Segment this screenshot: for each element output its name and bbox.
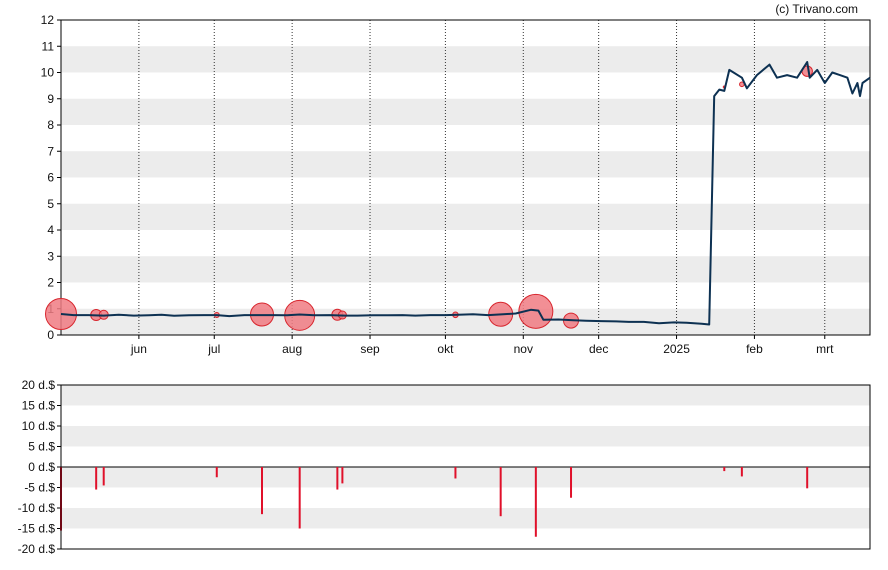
volume-panel: 20 d.$ 15 d.$ 10 d.$ 5 d.$ 0 d.$ -5 d.$ -10 d.… <box>18 378 871 556</box>
x-tick-label: dec <box>589 342 608 356</box>
y-tick-label: -10 d.$ <box>18 501 56 515</box>
x-tick-label: nov <box>514 342 533 356</box>
chart-area: jun jul aug sep okt nov dec 2025 feb mrt 0 12 3 4 5 6 7 8… <box>0 0 888 565</box>
y-tick-label: 10 <box>41 66 55 80</box>
chart-svg: jun jul aug sep okt nov dec 2025 feb mrt 0 12 3 4 5 6 7 8… <box>18 13 871 556</box>
x-tick-label: aug <box>282 342 302 356</box>
copyright-label: (c) Trivano.com <box>775 2 858 16</box>
y-tick-label: 3 <box>47 249 54 263</box>
x-tick-label: jun <box>130 342 147 356</box>
y-tick-label: 15 d.$ <box>22 399 56 413</box>
y-tick-label: -5 d.$ <box>24 481 55 495</box>
y-tick-label: 0 d.$ <box>28 460 55 474</box>
x-tick-label: feb <box>746 342 763 356</box>
y-tick-label: 11 <box>42 39 55 53</box>
y-tick-label: 7 <box>47 144 54 158</box>
x-tick-label: okt <box>437 342 454 356</box>
y-tick-label: 4 <box>47 223 54 237</box>
y-tick-label: 12 <box>41 13 55 27</box>
grid-band <box>61 203 870 230</box>
x-tick-label: mrt <box>816 342 834 356</box>
y-tick-label: 5 d.$ <box>28 440 55 454</box>
grid-band <box>61 98 870 125</box>
x-tick-label: jul <box>207 342 220 356</box>
x-tick-label: 2025 <box>663 342 690 356</box>
grid-band <box>61 151 870 178</box>
grid-band <box>61 46 870 73</box>
x-tick-label: sep <box>360 342 380 356</box>
y-tick-label: 10 d.$ <box>22 419 56 433</box>
grid-band <box>61 508 870 529</box>
grid-band <box>61 385 870 406</box>
grid-band <box>61 426 870 447</box>
grid-band <box>61 256 870 283</box>
grid-band <box>61 467 870 488</box>
y-tick-label: 9 <box>47 92 54 106</box>
y-tick-label: 2 <box>47 276 54 290</box>
y-tick-label: 5 <box>47 197 54 211</box>
y-tick-label: 6 <box>47 171 54 185</box>
grid-band <box>61 308 870 335</box>
y-tick-label: -15 d.$ <box>18 522 56 536</box>
y-tick-label: 8 <box>47 118 54 132</box>
price-panel: jun jul aug sep okt nov dec 2025 feb mrt 0 12 3 4 5 6 7 8… <box>41 13 871 356</box>
y-tick-label: 20 d.$ <box>22 378 56 392</box>
y-tick-label: -20 d.$ <box>18 542 56 556</box>
y-tick-label: 0 <box>47 328 54 342</box>
